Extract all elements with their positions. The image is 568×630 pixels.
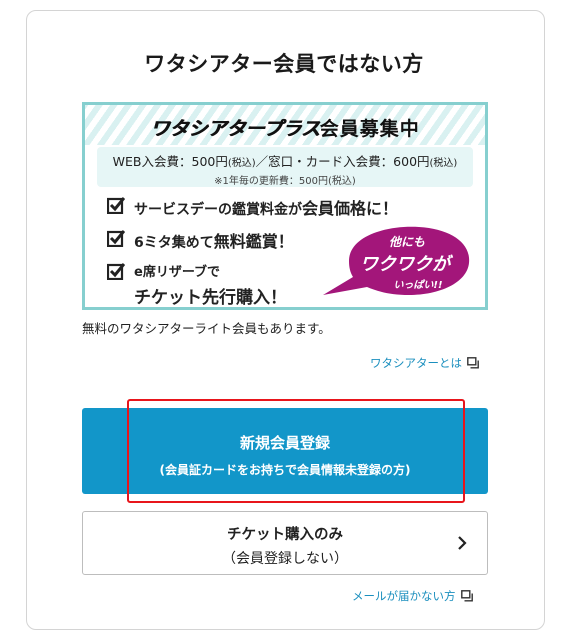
ticket-purchase-only-button[interactable]: チケット購入のみ （会員登録しない）	[82, 511, 488, 575]
feature-text: e席リザーブで	[134, 265, 221, 280]
feature-emphasis: 会員価格に！	[302, 199, 399, 218]
feature-text: 6ミタ集めて	[134, 235, 214, 251]
membership-banner[interactable]: ワタシアタープラス会員募集中 WEB入会費：500円(税込)／窓口・カード入会費…	[82, 102, 488, 310]
feature-text: サービスデーの鑑賞料金が	[134, 202, 302, 218]
bubble-line: 他にも	[388, 235, 425, 249]
fee-counter-tax: (税込)	[429, 158, 458, 169]
bubble-line: ワクワクが	[360, 254, 450, 275]
new-member-register-button[interactable]: 新規会員登録 (会員証カードをお持ちで会員情報未登録の方)	[82, 408, 488, 494]
fee-line: WEB入会費：500円(税込)／窓口・カード入会費：600円(税込)	[97, 151, 473, 170]
mail-not-received-link[interactable]: メールが届かない方	[352, 588, 473, 604]
lite-member-note: 無料のワタシアターライト会員もあります。	[82, 321, 331, 336]
banner-brand: ワタシアタープラス	[150, 118, 320, 140]
page-title: ワタシアター会員ではない方	[144, 52, 424, 76]
register-button-sublabel: (会員証カードをお持ちで会員情報未登録の方)	[159, 463, 411, 477]
ticket-button-label: チケット購入のみ	[227, 527, 343, 543]
fee-web-tax: (税込)	[227, 158, 256, 169]
speech-bubble: 他にも ワクワクが いっぱい!!	[319, 223, 473, 299]
renewal-note: ※1年毎の更新費：500円(税込)	[214, 176, 356, 187]
external-window-icon	[460, 590, 473, 602]
banner-head-suffix: 会員募集中	[319, 118, 420, 140]
register-button-label: 新規会員登録	[239, 434, 330, 452]
bubble-line: いっぱい!!	[393, 280, 443, 291]
ticket-button-sublabel: （会員登録しない）	[222, 551, 348, 567]
fee-web: WEB入会費：500円	[112, 154, 228, 169]
checkbox-checked-icon	[107, 230, 125, 247]
feature-emphasis: 無料鑑賞！	[213, 232, 294, 251]
feature-emphasis: チケット先行購入！	[134, 288, 287, 308]
fee-counter: ／窓口・カード入会費：600円	[255, 154, 430, 169]
feature-item: サービスデーの鑑賞料金が会員価格に！	[107, 195, 398, 219]
fee-box: WEB入会費：500円(税込)／窓口・カード入会費：600円(税込) ※1年毎の…	[97, 147, 473, 187]
checkbox-checked-icon	[107, 263, 125, 280]
about-watashiata-link[interactable]: ワタシアターとは	[370, 355, 479, 371]
bubble-text: 他にも ワクワクが いっぱい!!	[319, 223, 473, 299]
about-link-label: ワタシアターとは	[370, 356, 462, 370]
external-window-icon	[467, 357, 479, 369]
banner-heading: ワタシアタープラス会員募集中	[85, 114, 485, 141]
mail-link-label: メールが届かない方	[352, 589, 456, 603]
checkbox-checked-icon	[107, 197, 125, 214]
chevron-right-icon	[458, 536, 467, 550]
